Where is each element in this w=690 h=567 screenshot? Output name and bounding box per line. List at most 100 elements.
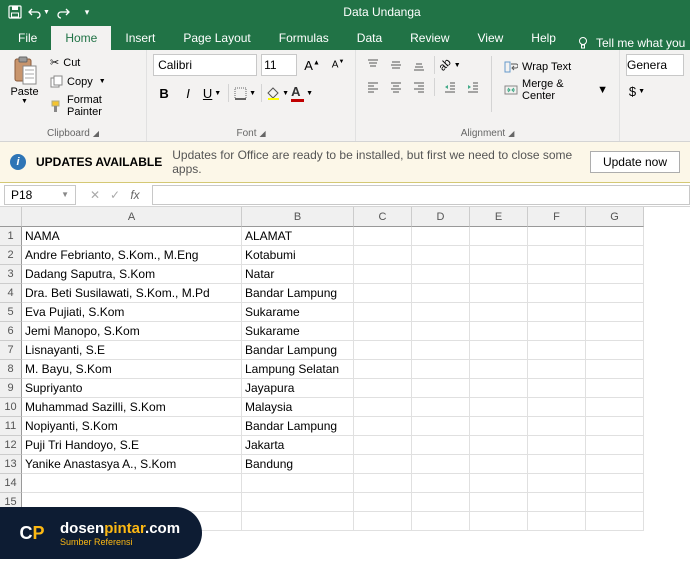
cell[interactable]: Jayapura bbox=[242, 379, 354, 398]
row-header[interactable]: 10 bbox=[0, 398, 22, 417]
italic-button[interactable]: I bbox=[177, 82, 199, 104]
cell[interactable] bbox=[412, 227, 470, 246]
cell[interactable]: Dadang Saputra, S.Kom bbox=[22, 265, 242, 284]
tab-insert[interactable]: Insert bbox=[111, 26, 169, 50]
cell[interactable] bbox=[354, 455, 412, 474]
tab-help[interactable]: Help bbox=[517, 26, 570, 50]
update-now-button[interactable]: Update now bbox=[590, 151, 680, 173]
cell[interactable] bbox=[412, 284, 470, 303]
column-header[interactable]: D bbox=[412, 207, 470, 227]
cell[interactable] bbox=[354, 417, 412, 436]
cell[interactable] bbox=[354, 360, 412, 379]
cell[interactable]: M. Bayu, S.Kom bbox=[22, 360, 242, 379]
cell[interactable] bbox=[586, 417, 644, 436]
cell[interactable] bbox=[412, 303, 470, 322]
format-painter-button[interactable]: Format Painter bbox=[47, 92, 140, 120]
formula-input[interactable] bbox=[152, 185, 690, 205]
cell[interactable] bbox=[586, 436, 644, 455]
cell[interactable] bbox=[528, 265, 586, 284]
cell[interactable] bbox=[354, 512, 412, 531]
column-header[interactable]: E bbox=[470, 207, 528, 227]
cell[interactable] bbox=[412, 417, 470, 436]
align-top-button[interactable] bbox=[362, 54, 384, 76]
tab-home[interactable]: Home bbox=[51, 26, 111, 50]
font-name-select[interactable] bbox=[153, 54, 257, 76]
cell[interactable] bbox=[528, 417, 586, 436]
row-header[interactable]: 12 bbox=[0, 436, 22, 455]
increase-indent-button[interactable] bbox=[462, 76, 484, 98]
cell[interactable] bbox=[470, 360, 528, 379]
cell[interactable] bbox=[528, 512, 586, 531]
cell[interactable]: Bandar Lampung bbox=[242, 417, 354, 436]
row-header[interactable]: 8 bbox=[0, 360, 22, 379]
row-header[interactable]: 3 bbox=[0, 265, 22, 284]
copy-button[interactable]: Copy▼ bbox=[47, 73, 140, 90]
cell[interactable]: Supriyanto bbox=[22, 379, 242, 398]
cell[interactable] bbox=[470, 379, 528, 398]
cell[interactable] bbox=[412, 436, 470, 455]
cell[interactable] bbox=[586, 227, 644, 246]
tab-data[interactable]: Data bbox=[343, 26, 396, 50]
cell[interactable] bbox=[528, 379, 586, 398]
tab-page-layout[interactable]: Page Layout bbox=[169, 26, 264, 50]
cell[interactable] bbox=[528, 360, 586, 379]
bold-button[interactable]: B bbox=[153, 82, 175, 104]
fill-color-button[interactable]: ▼ bbox=[267, 82, 289, 104]
row-header[interactable]: 5 bbox=[0, 303, 22, 322]
decrease-font-button[interactable]: A▼ bbox=[327, 54, 349, 76]
cell[interactable]: Andre Febrianto, S.Kom., M.Eng bbox=[22, 246, 242, 265]
cell[interactable] bbox=[586, 322, 644, 341]
name-box[interactable]: P18▼ bbox=[4, 185, 76, 205]
cell[interactable] bbox=[586, 360, 644, 379]
cell[interactable] bbox=[242, 512, 354, 531]
column-header[interactable]: C bbox=[354, 207, 412, 227]
cut-button[interactable]: ✂Cut bbox=[47, 54, 140, 71]
cell[interactable]: Nopiyanti, S.Kom bbox=[22, 417, 242, 436]
cell[interactable] bbox=[470, 512, 528, 531]
cell[interactable]: Sukarame bbox=[242, 303, 354, 322]
cell[interactable] bbox=[412, 322, 470, 341]
cell[interactable] bbox=[528, 227, 586, 246]
cell[interactable] bbox=[470, 398, 528, 417]
cell[interactable] bbox=[470, 474, 528, 493]
column-header[interactable]: B bbox=[242, 207, 354, 227]
cell[interactable] bbox=[470, 417, 528, 436]
cell[interactable]: Bandung bbox=[242, 455, 354, 474]
cancel-formula-button[interactable]: ✕ bbox=[86, 188, 104, 202]
cell[interactable]: Eva Pujiati, S.Kom bbox=[22, 303, 242, 322]
align-right-button[interactable] bbox=[408, 76, 430, 98]
cell[interactable]: Lisnayanti, S.E bbox=[22, 341, 242, 360]
tab-review[interactable]: Review bbox=[396, 26, 463, 50]
cell[interactable] bbox=[586, 493, 644, 512]
cell[interactable] bbox=[586, 303, 644, 322]
row-header[interactable]: 6 bbox=[0, 322, 22, 341]
cell[interactable] bbox=[470, 436, 528, 455]
cell[interactable] bbox=[586, 265, 644, 284]
underline-button[interactable]: U▼ bbox=[201, 82, 223, 104]
cell[interactable] bbox=[354, 379, 412, 398]
cell[interactable] bbox=[528, 246, 586, 265]
cell[interactable] bbox=[470, 227, 528, 246]
cell[interactable]: Jemi Manopo, S.Kom bbox=[22, 322, 242, 341]
number-format-select[interactable] bbox=[626, 54, 684, 76]
cell[interactable] bbox=[586, 379, 644, 398]
dialog-launcher-icon[interactable]: ◢ bbox=[93, 129, 99, 138]
increase-font-button[interactable]: A▲ bbox=[301, 54, 323, 76]
enter-formula-button[interactable]: ✓ bbox=[106, 188, 124, 202]
orientation-button[interactable]: ab▼ bbox=[439, 54, 461, 76]
cell[interactable]: Lampung Selatan bbox=[242, 360, 354, 379]
cell[interactable] bbox=[354, 436, 412, 455]
cell[interactable] bbox=[412, 474, 470, 493]
decrease-indent-button[interactable] bbox=[439, 76, 461, 98]
column-header[interactable]: A bbox=[22, 207, 242, 227]
cell[interactable] bbox=[470, 246, 528, 265]
insert-function-button[interactable]: fx bbox=[126, 188, 144, 202]
cell[interactable] bbox=[354, 322, 412, 341]
cell[interactable]: Puji Tri Handoyo, S.E bbox=[22, 436, 242, 455]
cell[interactable] bbox=[242, 474, 354, 493]
cell[interactable] bbox=[242, 493, 354, 512]
cell[interactable] bbox=[528, 322, 586, 341]
cell[interactable] bbox=[528, 436, 586, 455]
align-center-button[interactable] bbox=[385, 76, 407, 98]
align-middle-button[interactable] bbox=[385, 54, 407, 76]
